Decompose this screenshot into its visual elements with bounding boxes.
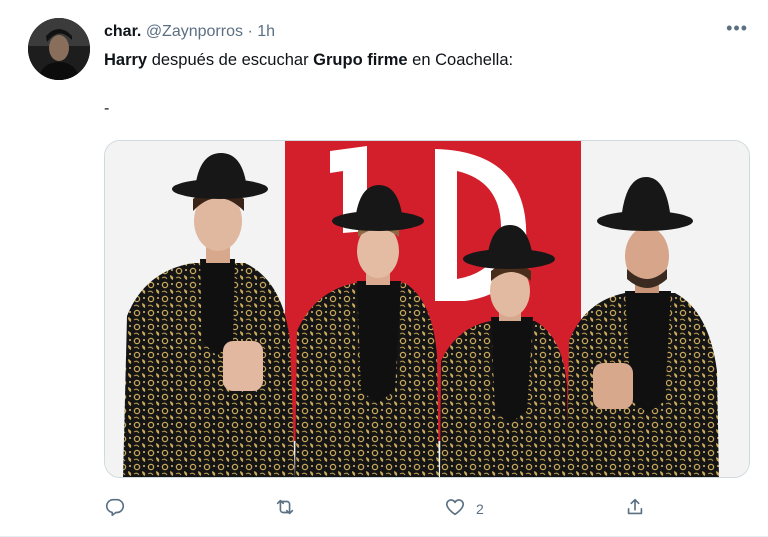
tweet-header: char. @Zaynporros · 1h	[104, 22, 275, 42]
tweet-text: Harry después de escuchar Grupo firme en…	[104, 50, 513, 71]
tweet-text-dash: -	[104, 100, 110, 117]
display-name[interactable]: char.	[104, 23, 141, 40]
tweet-text-plain-2: en Coachella:	[407, 51, 514, 69]
tweet-text-bold-2: Grupo firme	[313, 51, 408, 69]
like-button[interactable]: 2	[444, 496, 484, 521]
separator-dot: ·	[247, 23, 253, 40]
tweet-actions: 2	[104, 496, 664, 524]
timestamp[interactable]: 1h	[257, 23, 275, 40]
like-count: 2	[476, 500, 484, 517]
reply-icon	[104, 496, 126, 521]
heart-icon	[444, 496, 466, 521]
reply-button[interactable]	[104, 496, 126, 521]
retweet-button[interactable]	[274, 496, 296, 521]
user-handle[interactable]: @Zaynporros	[146, 23, 243, 40]
tweet[interactable]: char. @Zaynporros · 1h ••• Harry después…	[0, 0, 768, 537]
avatar[interactable]	[28, 18, 90, 80]
more-icon[interactable]: •••	[726, 18, 748, 39]
tweet-text-plain-1: después de escuchar	[147, 51, 314, 69]
tweet-media-image[interactable]	[104, 140, 750, 478]
share-icon	[624, 496, 646, 521]
share-button[interactable]	[624, 496, 646, 521]
tweet-text-bold-1: Harry	[104, 51, 148, 69]
retweet-icon	[274, 496, 296, 521]
